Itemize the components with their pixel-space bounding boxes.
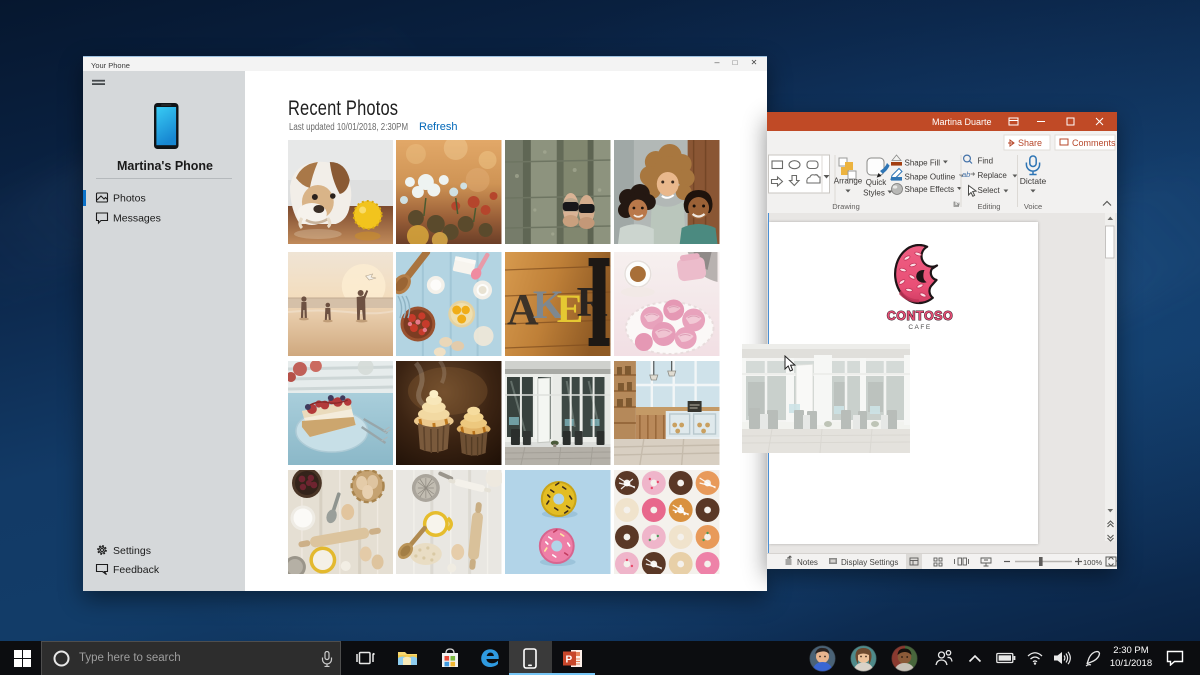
svg-text:Share: Share — [1018, 138, 1042, 148]
svg-text:Messages: Messages — [113, 213, 161, 225]
svg-text:Replace: Replace — [978, 171, 1008, 180]
svg-text:Display Settings: Display Settings — [841, 558, 898, 567]
svg-text:Shape Fill: Shape Fill — [905, 159, 941, 168]
svg-text:Shape Outline: Shape Outline — [905, 173, 956, 182]
svg-text:Photos: Photos — [113, 193, 146, 205]
svg-text:CONTOSO: CONTOSO — [887, 309, 953, 323]
svg-text:Select: Select — [978, 186, 1001, 195]
svg-text:P: P — [566, 655, 573, 666]
svg-text:Shape Effects: Shape Effects — [905, 185, 955, 194]
svg-text:Notes: Notes — [797, 558, 818, 567]
svg-text:100%: 100% — [1083, 558, 1103, 567]
svg-text:Dictate: Dictate — [1020, 176, 1047, 186]
svg-text:Martina's Phone: Martina's Phone — [117, 159, 213, 173]
svg-text:Editing: Editing — [978, 202, 1001, 211]
svg-text:Settings: Settings — [113, 545, 151, 557]
svg-text:Find: Find — [978, 157, 994, 166]
svg-text:Feedback: Feedback — [113, 564, 160, 576]
svg-text:ab: ab — [962, 170, 970, 179]
svg-text:Styles: Styles — [863, 189, 885, 198]
svg-text:Voice: Voice — [1024, 202, 1042, 211]
svg-text:Comments: Comments — [1072, 138, 1116, 148]
svg-text:Drawing: Drawing — [832, 202, 860, 211]
svg-text:Quick: Quick — [866, 178, 887, 187]
svg-text:CAFE: CAFE — [908, 324, 931, 331]
svg-text:Arrange: Arrange — [834, 177, 863, 186]
